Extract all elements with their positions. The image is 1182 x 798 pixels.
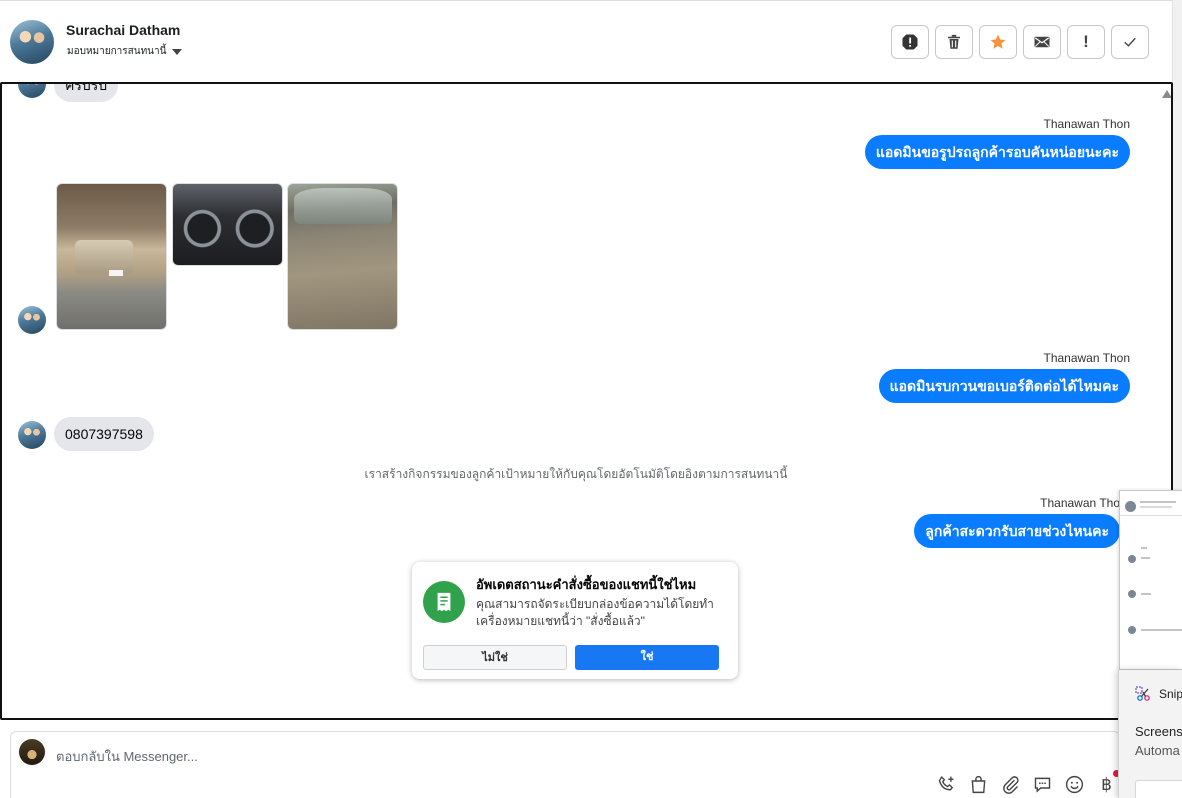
- star-button[interactable]: [979, 25, 1017, 59]
- car-photo-hood[interactable]: [287, 183, 398, 330]
- toast-action-button[interactable]: [1135, 780, 1182, 798]
- saved-reply-icon[interactable]: [1032, 774, 1053, 795]
- popup-description-line: คุณสามารถจัดระเบียบกล่องข้อความได้โดยทำ: [476, 597, 714, 611]
- system-message: เราสร้างกิจกรรมของลูกค้าเป้าหมายให้กับคุ…: [364, 467, 788, 481]
- popup-title: อัพเดตสถานะคำสั่งซื้อของแชทนี้ใช่ไหม: [476, 577, 697, 592]
- mark-done-button[interactable]: [1111, 25, 1149, 59]
- preview-line: [1141, 629, 1182, 631]
- order-status-popup: อัพเดตสถานะคำสั่งซื้อของแชทนี้ใช่ไหม คุณ…: [412, 562, 738, 679]
- delete-button[interactable]: [935, 25, 973, 59]
- message-outgoing[interactable]: แอดมินขอรูปรถลูกค้ารอบคันหน่อยนะคะ: [864, 135, 1130, 169]
- assign-conversation-dropdown[interactable]: มอบหมายการสนทนานี้: [67, 44, 183, 59]
- shopping-bag-icon[interactable]: [968, 774, 989, 795]
- plate-shape: [109, 270, 123, 276]
- contact-avatar-small: [18, 306, 46, 334]
- attachment-icon[interactable]: [1000, 774, 1021, 795]
- call-add-icon[interactable]: [936, 774, 957, 795]
- page-avatar: [19, 739, 45, 765]
- car-shape: [75, 240, 133, 274]
- preview-avatar: [1128, 590, 1136, 598]
- header-actions: !: [891, 25, 1149, 59]
- trash-icon: [948, 34, 960, 49]
- important-icon: !: [1083, 32, 1089, 51]
- mail-icon: [1034, 36, 1050, 48]
- preview-line: [1141, 557, 1150, 559]
- conversation-header: Surachai Datham มอบหมายการสนทนานี้ !: [0, 4, 1172, 80]
- preview-line: [1141, 547, 1147, 549]
- composer-toolbar: ฿: [936, 774, 1117, 795]
- message-outgoing[interactable]: ลูกค้าสะดวกรับสายช่วงไหนคะ: [914, 514, 1120, 548]
- preview-line: [1140, 501, 1176, 503]
- preview-line: [1141, 593, 1151, 595]
- contact-avatar-small: [18, 84, 46, 98]
- preview-avatar: [1125, 501, 1136, 512]
- snipping-tool-notification[interactable]: Snip Screens Automa: [1118, 670, 1182, 798]
- toast-title: Screens: [1135, 724, 1182, 739]
- message-sender: Thanawan Tho: [1040, 496, 1120, 510]
- screenshot-preview-thumbnail[interactable]: [1119, 490, 1182, 670]
- reply-input[interactable]: ตอบกลับใน Messenger...: [56, 746, 198, 767]
- windshield-shape: [294, 188, 392, 224]
- message-composer: ตอบกลับใน Messenger... ฿: [10, 731, 1120, 798]
- toast-subtitle: Automa: [1135, 743, 1180, 758]
- mark-unread-button[interactable]: [1023, 25, 1061, 59]
- snipping-tool-icon: [1135, 686, 1150, 701]
- check-icon: [1124, 37, 1136, 47]
- conversation-panel[interactable]: ครับรับ Thanawan Thon แอดมินขอรูปรถลูกค้…: [0, 82, 1173, 720]
- popup-yes-button[interactable]: ใช่: [575, 645, 719, 670]
- spam-icon: [902, 34, 918, 50]
- assign-label: มอบหมายการสนทนานี้: [67, 46, 167, 57]
- star-icon: [990, 34, 1006, 49]
- contact-name[interactable]: Surachai Datham: [66, 22, 180, 38]
- preview-avatar: [1128, 626, 1136, 634]
- top-divider: [0, 0, 1172, 3]
- contact-avatar[interactable]: [10, 20, 54, 64]
- preview-avatar: [1128, 555, 1136, 563]
- chevron-down-icon: [172, 48, 183, 55]
- scroll-up-arrow-icon[interactable]: [1162, 90, 1171, 98]
- message-incoming[interactable]: ครับรับ: [54, 84, 119, 102]
- toast-app-name: Snip: [1159, 687, 1182, 701]
- mark-spam-button[interactable]: [891, 25, 929, 59]
- message-outgoing[interactable]: แอดมินรบกวนขอเบอร์ติดต่อได้ไหมคะ: [878, 369, 1130, 403]
- message-sender: Thanawan Thon: [1043, 351, 1130, 365]
- contact-avatar-small: [18, 421, 46, 449]
- payment-baht-icon[interactable]: ฿: [1096, 774, 1117, 795]
- emoji-icon[interactable]: [1064, 774, 1085, 795]
- order-receipt-icon: [423, 581, 465, 623]
- important-button[interactable]: !: [1067, 25, 1105, 59]
- popup-description-line: เครื่องหมายแชทนี้ว่า "สั่งซื้อแล้ว": [476, 614, 645, 628]
- message-incoming[interactable]: 0807397598: [54, 417, 154, 451]
- page-scrollbar[interactable]: [1172, 0, 1182, 490]
- message-sender: Thanawan Thon: [1043, 117, 1130, 131]
- popup-description: คุณสามารถจัดระเบียบกล่องข้อความได้โดยทำ …: [476, 596, 726, 630]
- car-photo-dashboard[interactable]: [172, 183, 283, 266]
- popup-no-button[interactable]: ไม่ใช่: [423, 645, 567, 670]
- car-photo-exterior[interactable]: [56, 183, 167, 330]
- preview-line: [1120, 515, 1182, 516]
- preview-line: [1140, 506, 1172, 508]
